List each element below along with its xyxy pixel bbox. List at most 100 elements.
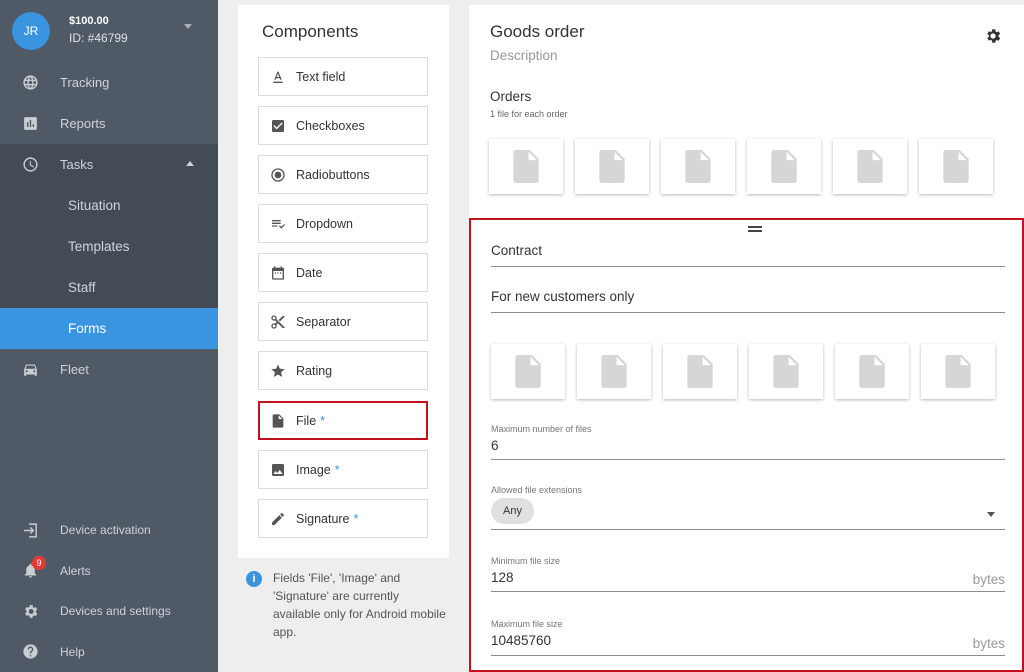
component-image[interactable]: Image * [258, 450, 428, 489]
nav-item-reports[interactable]: Reports [0, 103, 218, 144]
component-file[interactable]: File * [258, 401, 428, 440]
field-description-input[interactable]: For new customers only [491, 289, 1005, 313]
file-icon [601, 355, 627, 388]
file-icon [943, 150, 969, 183]
sidebar-item-staff[interactable]: Staff [0, 267, 218, 308]
chevron-up-icon[interactable] [186, 161, 194, 166]
drag-handle-icon[interactable] [748, 226, 762, 232]
nav-item-tracking[interactable]: Tracking [0, 62, 218, 103]
component-label: Signature [296, 511, 350, 526]
form-title[interactable]: Goods order [490, 22, 585, 42]
nav-label: Tracking [60, 75, 110, 90]
component-separator[interactable]: Separator [258, 302, 428, 341]
file-slot[interactable] [661, 139, 735, 194]
component-label: File [296, 413, 317, 428]
gear-icon[interactable] [984, 27, 1002, 45]
file-slot[interactable] [747, 139, 821, 194]
component-label: Radiobuttons [296, 167, 370, 182]
pen-icon [272, 512, 284, 525]
account-switcher[interactable]: JR $100.00 ID: #46799 [0, 0, 218, 62]
file-slot[interactable] [833, 139, 907, 194]
nav-item-device-activation[interactable]: Device activation [0, 510, 218, 551]
sidebar-item-situation[interactable]: Situation [0, 185, 218, 226]
component-text-field[interactable]: Text field [258, 57, 428, 96]
info-note-text: Fields 'File', 'Image' and 'Signature' a… [273, 571, 446, 639]
field-title-value: Contract [491, 243, 543, 258]
account-id: ID: #46799 [69, 31, 128, 45]
sidebar-item-forms[interactable]: Forms [0, 308, 218, 349]
file-icon [515, 355, 541, 388]
nav-item-fleet[interactable]: Fleet [0, 349, 218, 390]
file-icon [771, 150, 797, 183]
selected-file-field[interactable]: Contract For new customers only Maximum … [469, 218, 1024, 672]
min-size-label: Minimum file size [491, 556, 561, 566]
nav-label: Device activation [60, 523, 151, 538]
nav-label: Help [60, 644, 85, 659]
field-title-input[interactable]: Contract [491, 243, 1005, 267]
login-icon [0, 522, 60, 539]
min-size-value: 128 [491, 570, 514, 585]
info-icon: i [246, 571, 262, 587]
image-icon [272, 463, 284, 476]
globe-icon [0, 74, 60, 91]
car-icon [0, 361, 60, 378]
star-icon [271, 363, 285, 377]
max-size-value: 10485760 [491, 633, 552, 648]
max-size-unit: bytes [972, 636, 1005, 651]
component-checkboxes[interactable]: Checkboxes [258, 106, 428, 145]
min-size-unit: bytes [972, 572, 1005, 587]
bar-chart-icon [0, 115, 60, 132]
file-slot[interactable] [749, 344, 823, 399]
file-slot[interactable] [491, 344, 565, 399]
file-icon [599, 150, 625, 183]
orders-file-tiles [489, 139, 993, 194]
file-slot[interactable] [921, 344, 995, 399]
component-signature[interactable]: Signature * [258, 499, 428, 538]
component-rating[interactable]: Rating [258, 351, 428, 390]
extension-chip[interactable]: Any [491, 498, 534, 524]
nav-item-alerts[interactable]: 9 Alerts [0, 551, 218, 592]
chevron-down-icon[interactable] [987, 512, 995, 517]
max-size-input[interactable]: Maximum file size 10485760 bytes [491, 619, 1005, 656]
component-date[interactable]: Date [258, 253, 428, 292]
component-radiobuttons[interactable]: Radiobuttons [258, 155, 428, 194]
component-label: Dropdown [296, 216, 353, 231]
component-label: Date [296, 265, 323, 280]
file-slot[interactable] [575, 139, 649, 194]
nav-item-tasks[interactable]: Tasks [0, 144, 218, 185]
avatar[interactable]: JR [12, 12, 50, 50]
min-size-input[interactable]: Minimum file size 128 bytes [491, 556, 1005, 592]
file-icon [685, 150, 711, 183]
component-label: Text field [296, 69, 346, 84]
max-files-input[interactable]: Maximum number of files 6 [491, 424, 1005, 460]
file-slot[interactable] [919, 139, 993, 194]
orders-field-title[interactable]: Orders [490, 89, 531, 104]
alerts-count-badge: 9 [32, 555, 46, 570]
nav-item-help[interactable]: Help [0, 632, 218, 672]
component-label: Image [296, 462, 331, 477]
radio-icon [271, 167, 285, 182]
file-icon [945, 355, 971, 388]
extensions-label: Allowed file extensions [491, 485, 583, 495]
sidebar-item-templates[interactable]: Templates [0, 226, 218, 267]
max-files-value: 6 [491, 438, 499, 453]
field-description-value: For new customers only [491, 289, 635, 304]
nav-item-devices-settings[interactable]: Devices and settings [0, 591, 218, 632]
clock-icon [0, 156, 60, 173]
form-description[interactable]: Description [490, 48, 558, 63]
nav-label: Alerts [60, 563, 91, 578]
file-slot[interactable] [489, 139, 563, 194]
component-label: Checkboxes [296, 118, 365, 133]
extensions-select[interactable]: Allowed file extensions Any [491, 485, 1005, 530]
component-label: Separator [296, 314, 351, 329]
chevron-down-icon[interactable] [184, 24, 192, 29]
component-dropdown[interactable]: Dropdown [258, 204, 428, 243]
file-icon [857, 150, 883, 183]
file-slot[interactable] [577, 344, 651, 399]
sidebar: JR $100.00 ID: #46799 Tracking Reports T… [0, 0, 218, 672]
checkbox-icon [272, 119, 284, 132]
file-slot[interactable] [835, 344, 909, 399]
file-slot[interactable] [663, 344, 737, 399]
android-info-note: i Fields 'File', 'Image' and 'Signature'… [246, 569, 446, 641]
file-icon [687, 355, 713, 388]
